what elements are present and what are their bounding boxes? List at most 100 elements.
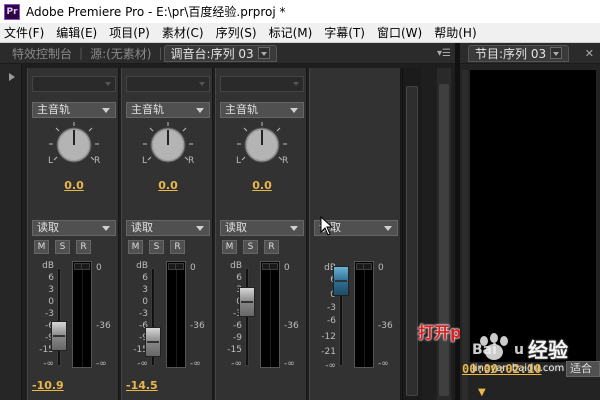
pan-right-label: R [94,156,101,166]
record-button[interactable]: R [264,240,279,254]
meter-scale: 0 -36 -∞ [96,261,116,371]
tab-audio-mixer-label: 调音台:序列 03 [170,46,254,61]
chevron-down-icon [102,108,110,113]
scale-label: -3 [45,309,54,319]
mixer-channel-3: 主音轨 L R 0.0 读取 M S R dB 6 -3 -6 -9 -15 -… [215,68,307,400]
scale-label: dB [230,261,242,271]
panel-menu-icon[interactable]: ▾☰ [437,48,451,59]
chevron-down-icon [102,226,110,231]
paw-logo-icon: Bai u [472,333,524,360]
menu-window[interactable]: 窗口(W) [371,24,428,41]
svg-text:u: u [514,342,524,358]
channel-name-box[interactable] [220,76,304,92]
scale-label: -∞ [96,359,107,369]
record-button[interactable]: R [76,240,91,254]
mute-solo-record-group: M S R [222,240,279,254]
pan-value[interactable]: 0.0 [236,179,288,192]
menu-edit[interactable]: 编辑(E) [50,24,103,41]
watermark-brand: 经验 [528,338,568,362]
pan-knob[interactable]: L R [42,120,106,176]
expand-arrow-icon[interactable] [9,73,15,81]
channel-name-box[interactable] [126,76,210,92]
volume-fader-handle[interactable] [51,321,67,351]
solo-button[interactable]: S [55,240,70,254]
volume-value[interactable]: -10.9 [32,379,64,392]
solo-button[interactable]: S [243,240,258,254]
close-icon[interactable]: ✕ [585,47,594,60]
menu-project[interactable]: 项目(P) [103,24,156,41]
mute-button[interactable]: M [222,240,237,254]
volume-fader-handle[interactable] [145,327,161,357]
automation-mode-dropdown[interactable]: 读取 [32,220,116,236]
meter-scale: 0 -36 -∞ [284,261,304,371]
scale-label: 3 [142,285,148,295]
level-meter [72,261,92,368]
track-output-label: 主音轨 [225,103,258,116]
chevron-down-icon [196,108,204,113]
tab-audio-mixer[interactable]: 调音台:序列 03 [163,44,277,62]
scale-label: -∞ [378,359,389,369]
mute-solo-record-group: M S R [128,240,185,254]
chevron-down-icon [196,226,204,231]
level-meter [354,261,374,368]
knob-icon [143,122,193,163]
chevron-down-icon [384,226,392,231]
marker-icon[interactable]: ▼ [478,388,488,398]
tab-source[interactable]: 源:(无素材) [84,45,157,62]
mute-button[interactable]: M [128,240,143,254]
pan-value[interactable]: 0.0 [142,179,194,192]
menu-clip[interactable]: 素材(C) [156,24,210,41]
scale-label: dB [42,261,54,271]
menu-bar: 文件(F) 编辑(E) 项目(P) 素材(C) 序列(S) 标记(M) 字幕(T… [0,23,600,43]
vertical-scrollbar-thumb[interactable] [439,84,449,396]
scale-label: -∞ [190,359,201,369]
pan-right-label: R [188,156,195,166]
track-output-label: 主音轨 [37,103,70,116]
volume-fader-handle[interactable] [333,266,349,296]
tab-program-label: 节目:序列 03 [475,46,547,61]
track-output-dropdown[interactable]: 主音轨 [220,102,304,118]
solo-button[interactable]: S [149,240,164,254]
zoom-fit-dropdown[interactable]: 适合 [566,361,600,377]
tab-effect-controls[interactable]: 特效控制台 [6,45,78,62]
scale-label: -∞ [284,359,295,369]
menu-file[interactable]: 文件(F) [0,24,50,41]
audio-mixer-panel: 主音轨 L R 0.0 读取 M S R dB 6 3 0 -3 -6 -9 -… [0,64,501,400]
pan-left-label: L [142,156,148,166]
scale-label: -21 [321,347,336,357]
record-button[interactable]: R [170,240,185,254]
menu-sequence[interactable]: 序列(S) [210,24,263,41]
window-title: Adobe Premiere Pro - E:\pr\百度经验.prproj * [26,5,286,19]
mute-button[interactable]: M [34,240,49,254]
scale-label: 6 [48,273,54,283]
automation-mode-dropdown[interactable]: 读取 [220,220,304,236]
track-output-dropdown[interactable]: 主音轨 [126,102,210,118]
mixer-scroll-thumb[interactable] [406,86,418,396]
program-monitor-screen[interactable] [470,70,596,362]
menu-marker[interactable]: 标记(M) [263,24,319,41]
pan-knob[interactable]: L R [136,120,200,176]
menu-title[interactable]: 字幕(T) [318,24,371,41]
pan-left-label: L [236,156,242,166]
volume-fader-track[interactable] [57,268,61,366]
volume-fader-handle[interactable] [239,287,255,317]
scale-label: dB [136,261,148,271]
tab-program-monitor[interactable]: 节目:序列 03 [468,44,570,62]
automation-mode-dropdown[interactable]: 读取 [126,220,210,236]
chevron-down-icon[interactable] [550,47,563,59]
scale-label: 3 [48,285,54,295]
volume-fader-track[interactable] [245,268,249,366]
pan-right-label: R [282,156,289,166]
pan-value[interactable]: 0.0 [48,179,100,192]
chevron-down-icon[interactable] [257,47,270,59]
pan-knob[interactable]: L R [230,120,294,176]
channel-name-box[interactable] [32,76,116,92]
monitor-side-strip [462,70,468,400]
menu-help[interactable]: 帮助(H) [428,24,482,41]
scale-label: -∞ [43,359,54,369]
volume-value[interactable]: -14.5 [126,379,158,392]
program-timecode[interactable]: 00:00:02:10 [462,362,541,376]
track-output-dropdown[interactable]: 主音轨 [32,102,116,118]
level-meter [166,261,186,368]
scale-label: -15 [227,345,242,355]
